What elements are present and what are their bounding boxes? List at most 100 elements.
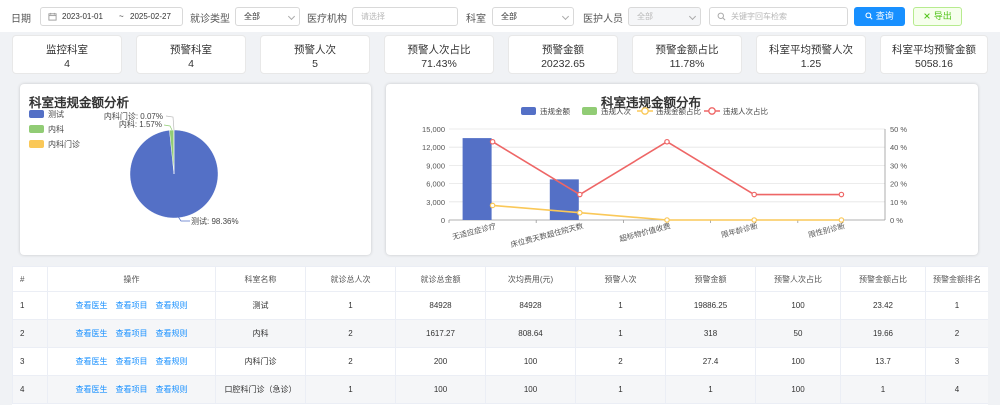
line-series (492, 140, 842, 196)
institution-label: 医疗机构 (307, 14, 347, 25)
stat-card: 预警金额 20232.65 (508, 35, 618, 74)
cell-rank: 4 (925, 375, 988, 404)
view-items-link[interactable]: 查看项目 (116, 357, 148, 366)
cell-avg: 808.64 (485, 319, 576, 348)
cell-dept: 内科门诊 (215, 347, 306, 376)
x-tick-label: 限年龄诊断 (720, 220, 759, 239)
line-point (751, 191, 758, 198)
stat-title: 预警金额 (542, 44, 584, 56)
x-tick-label: 超标物价值收费 (618, 220, 672, 243)
cell-warn-amount-pct: 1 (840, 375, 926, 404)
view-doctor-link[interactable]: 查看医生 (76, 329, 108, 338)
stat-value: 20232.65 (541, 58, 585, 70)
stat-title: 预警科室 (170, 44, 212, 56)
legend-label: 内科门诊 (48, 139, 80, 149)
col-header: 就诊总人次 (305, 266, 396, 292)
search-icon (865, 12, 873, 20)
visit-type-select[interactable]: 全部 (235, 7, 300, 26)
cell-avg: 84928 (485, 291, 576, 320)
cell-index: 3 (12, 347, 48, 376)
legend-label: 测试 (48, 109, 64, 119)
cell-warn-amount-pct: 23.42 (840, 291, 926, 320)
table-row: 1 查看医生 查看项目 查看规则 测试 1 84928 84928 1 19886.… (12, 291, 988, 320)
date-end: 2025-02-27 (130, 12, 171, 21)
legend-label: 违规金额 (540, 106, 570, 116)
y-tick-label-left: 15,000 (422, 125, 445, 134)
view-items-link[interactable]: 查看项目 (116, 385, 148, 394)
cell-warn-visits: 2 (575, 347, 666, 376)
y-tick-label-right: 40 % (890, 143, 907, 152)
col-header: 科室名称 (215, 266, 306, 292)
legend-marker (641, 107, 649, 115)
view-doctor-link[interactable]: 查看医生 (76, 385, 108, 394)
legend-swatch (29, 140, 44, 148)
view-doctor-link[interactable]: 查看医生 (76, 301, 108, 310)
cell-warn-amount-pct: 13.7 (840, 347, 926, 376)
stat-value: 4 (188, 58, 194, 70)
y-tick-label-right: 50 % (890, 125, 907, 134)
stat-title: 预警人次 (294, 44, 336, 56)
view-doctor-link[interactable]: 查看医生 (76, 357, 108, 366)
pie-data-label: 测试: 98.36% (191, 216, 239, 226)
cell-visits: 1 (305, 291, 396, 320)
staff-select[interactable]: 全部 (628, 7, 701, 26)
cell-warn-amount-pct: 19.66 (840, 319, 926, 348)
col-header: 预警人次占比 (755, 266, 841, 292)
cell-rank: 2 (925, 319, 988, 348)
dept-select[interactable]: 全部 (492, 7, 574, 26)
chevron-down-icon (561, 12, 570, 21)
search-input[interactable]: 关键字回车检索 (709, 7, 848, 26)
line-point (838, 217, 845, 223)
stat-card: 预警人次占比 71.43% (384, 35, 494, 74)
cell-index: 4 (12, 375, 48, 404)
line-point (664, 217, 670, 223)
export-button[interactable]: 导出 (913, 7, 962, 26)
col-header: 预警金额排名 (925, 266, 988, 292)
cell-amount: 100 (395, 375, 486, 404)
legend-label: 违规人次占比 (723, 106, 768, 116)
table-row: 2 查看医生 查看项目 查看规则 内科 2 1617.27 808.64 1 318… (12, 319, 988, 348)
col-header: 预警金额占比 (840, 266, 926, 292)
dept-table: # 操作 科室名称 就诊总人次 就诊总金额 次均费用(元) 预警人次 预警金额 … (12, 266, 988, 405)
pie-leader-line (165, 115, 175, 131)
date-label: 日期 (11, 14, 31, 25)
visit-type-label: 就诊类型 (190, 14, 230, 25)
stat-card: 科室平均预警人次 1.25 (756, 35, 866, 74)
view-rules-link[interactable]: 查看规则 (156, 357, 188, 366)
visit-type-value: 全部 (244, 12, 260, 21)
cell-actions: 查看医生 查看项目 查看规则 (47, 375, 216, 404)
cell-warn-visit-pct: 100 (755, 291, 841, 320)
stat-title: 预警金额占比 (655, 44, 719, 56)
date-range-picker[interactable]: 2023-01-01 ~ 2025-02-27 (40, 7, 183, 26)
query-button[interactable]: 查询 (854, 7, 905, 26)
view-rules-link[interactable]: 查看规则 (156, 329, 188, 338)
col-header: 预警人次 (575, 266, 666, 292)
cell-warn-amount: 318 (665, 319, 756, 348)
date-start: 2023-01-01 (62, 12, 103, 21)
chevron-down-icon (688, 12, 697, 21)
col-header: 预警金额 (665, 266, 756, 292)
bar-chart: 违规金额 违规人次 违规金额占比 违规人次占比 0 0 % 3,000 10 % 6,000 20… (422, 106, 907, 249)
view-items-link[interactable]: 查看项目 (116, 329, 148, 338)
x-tick-label: 限性别诊断 (807, 220, 846, 239)
stat-card: 预警金额占比 11.78% (632, 35, 742, 74)
export-button-label: 导出 (933, 11, 952, 21)
pie-chart: 测试内科内科门诊测试: 98.36%内科: 1.57%内科门诊: 0.07% (29, 109, 239, 226)
line-point (751, 217, 758, 223)
search-icon (717, 12, 726, 21)
y-tick-label-left: 3,000 (426, 198, 445, 207)
view-rules-link[interactable]: 查看规则 (156, 385, 188, 394)
view-rules-link[interactable]: 查看规则 (156, 301, 188, 310)
legend-swatch (582, 107, 597, 115)
legend-swatch (29, 125, 44, 133)
cell-dept: 内科 (215, 319, 306, 348)
cell-dept: 口腔科门诊（急诊） (215, 375, 306, 404)
institution-select[interactable]: 请选择 (352, 7, 458, 26)
view-items-link[interactable]: 查看项目 (116, 301, 148, 310)
bar (462, 138, 492, 220)
export-icon (924, 13, 930, 19)
col-header: 就诊总金额 (395, 266, 486, 292)
cell-warn-amount: 27.4 (665, 347, 756, 376)
cell-visits: 2 (305, 319, 396, 348)
line-point (838, 191, 845, 198)
